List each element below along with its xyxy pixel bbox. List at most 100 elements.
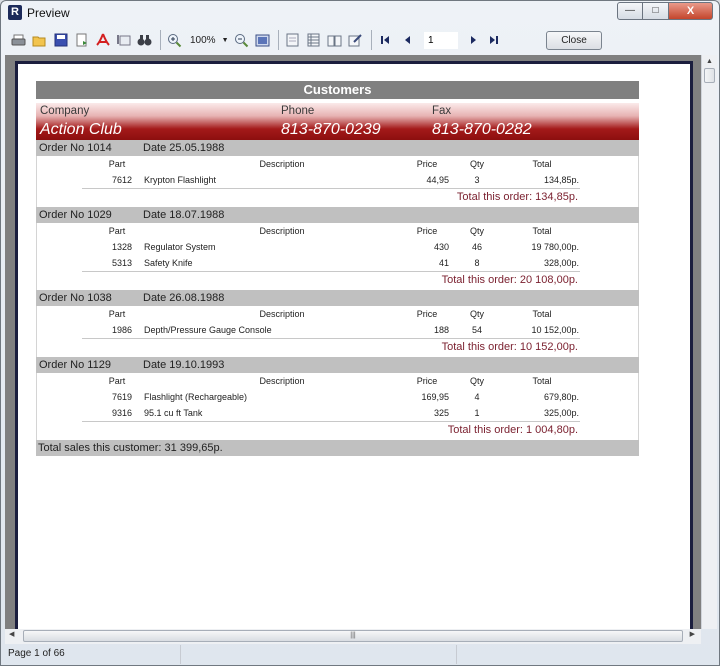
order-body: Part Description Price Qty Total 7612 Kr… bbox=[36, 156, 639, 207]
toolbar-separator bbox=[278, 30, 279, 50]
description-cell: Safety Knife bbox=[144, 258, 193, 268]
total-cell: 19 780,00p. bbox=[531, 242, 579, 252]
part-cell: 7612 bbox=[111, 175, 132, 185]
col-part: Part bbox=[108, 159, 126, 169]
last-page-icon[interactable] bbox=[485, 31, 504, 49]
window-title: Preview bbox=[27, 6, 70, 20]
zoom-out-icon[interactable] bbox=[232, 31, 251, 49]
edit-page-icon[interactable] bbox=[346, 31, 365, 49]
order-body: Part Description Price Qty Total 7619 Fl… bbox=[36, 373, 639, 440]
close-button[interactable]: Close bbox=[546, 30, 602, 50]
full-screen-icon[interactable] bbox=[253, 31, 272, 49]
column-headers: Part Description Price Qty Total bbox=[37, 373, 638, 389]
total-cell: 10 152,00p. bbox=[531, 325, 579, 335]
order-date: Date 18.07.1988 bbox=[143, 209, 225, 221]
order-header: Order No 1038 Date 26.08.1988 bbox=[36, 290, 639, 306]
column-headers: Part Description Price Qty Total bbox=[37, 223, 638, 239]
col-price: Price bbox=[416, 226, 438, 236]
horizontal-scrollbar[interactable]: ◀ ||| ▶ bbox=[5, 629, 701, 644]
chevron-down-icon: ▼ bbox=[221, 36, 229, 44]
order-body: Part Description Price Qty Total 1328 Re… bbox=[36, 223, 639, 290]
part-cell: 5313 bbox=[111, 258, 132, 268]
price-cell: 41 bbox=[438, 258, 449, 268]
maximize-button[interactable]: □ bbox=[643, 2, 669, 20]
table-row: 1328 Regulator System 430 46 19 780,00p. bbox=[37, 239, 638, 255]
company-name: Action Club bbox=[40, 121, 122, 138]
save-icon[interactable] bbox=[51, 31, 70, 49]
close-window-button[interactable]: X bbox=[669, 2, 713, 20]
minimize-button[interactable]: — bbox=[617, 2, 643, 20]
horizontal-scroll-thumb[interactable]: ||| bbox=[23, 630, 683, 642]
next-page-icon[interactable] bbox=[464, 31, 483, 49]
qty-cell: 1 bbox=[474, 408, 480, 418]
order-header: Order No 1129 Date 19.10.1993 bbox=[36, 357, 639, 373]
prev-page-icon[interactable] bbox=[397, 31, 416, 49]
vertical-scrollbar[interactable]: ▲ bbox=[701, 55, 717, 629]
col-total: Total bbox=[532, 376, 552, 386]
order-total: Total this order: 1 004,80p. bbox=[447, 424, 578, 436]
thumbnails-icon[interactable] bbox=[304, 31, 323, 49]
phone-label: Phone bbox=[281, 105, 315, 117]
scroll-right-icon[interactable]: ▶ bbox=[690, 630, 695, 638]
book-view-icon[interactable] bbox=[325, 31, 344, 49]
zoom-select[interactable]: 100% ▼ bbox=[186, 31, 232, 49]
col-description: Description bbox=[259, 226, 305, 236]
table-row: 1986 Depth/Pressure Gauge Console 188 54… bbox=[37, 322, 638, 338]
col-part: Part bbox=[108, 226, 126, 236]
page-info: Page 1 of 66 bbox=[5, 645, 181, 664]
zoom-in-icon[interactable] bbox=[165, 31, 184, 49]
qty-cell: 3 bbox=[474, 175, 480, 185]
open-icon[interactable] bbox=[30, 31, 49, 49]
price-cell: 44,95 bbox=[426, 175, 449, 185]
order-number: Order No 1038 bbox=[39, 292, 112, 304]
first-page-icon[interactable] bbox=[376, 31, 395, 49]
vertical-scroll-thumb[interactable] bbox=[704, 68, 715, 83]
pdf-icon[interactable] bbox=[93, 31, 112, 49]
email-icon[interactable] bbox=[114, 31, 133, 49]
toolbar-separator bbox=[160, 30, 161, 50]
preview-viewport: Customers Company Phone Fax Action Club … bbox=[5, 55, 701, 629]
zoom-value: 100% bbox=[190, 34, 216, 46]
customer-total: Total sales this customer: 31 399,65p. bbox=[36, 440, 639, 456]
table-row: 5313 Safety Knife 41 8 328,00p. bbox=[37, 255, 638, 271]
part-cell: 1986 bbox=[111, 325, 132, 335]
status-cell bbox=[181, 645, 457, 664]
app-icon: R bbox=[8, 5, 22, 20]
col-description: Description bbox=[259, 159, 305, 169]
description-cell: Regulator System bbox=[144, 242, 216, 252]
col-total: Total bbox=[532, 309, 552, 319]
column-headers: Part Description Price Qty Total bbox=[37, 156, 638, 172]
description-cell: Krypton Flashlight bbox=[144, 175, 217, 185]
price-cell: 430 bbox=[433, 242, 449, 252]
col-price: Price bbox=[416, 159, 438, 169]
order-total: Total this order: 10 152,00p. bbox=[441, 341, 578, 353]
order-date: Date 25.05.1988 bbox=[143, 142, 225, 154]
total-cell: 679,80p. bbox=[543, 392, 579, 402]
scroll-left-icon[interactable]: ◀ bbox=[9, 630, 14, 638]
page-outline-icon[interactable] bbox=[283, 31, 302, 49]
order-number: Order No 1014 bbox=[39, 142, 112, 154]
description-cell: Flashlight (Rechargeable) bbox=[144, 392, 248, 402]
price-cell: 169,95 bbox=[421, 392, 449, 402]
scroll-up-icon[interactable]: ▲ bbox=[702, 55, 717, 68]
order-total: Total this order: 134,85p. bbox=[456, 191, 578, 203]
order-body: Part Description Price Qty Total 1986 De… bbox=[36, 306, 639, 357]
price-cell: 325 bbox=[433, 408, 449, 418]
report-page: Customers Company Phone Fax Action Club … bbox=[15, 61, 693, 629]
col-qty: Qty bbox=[469, 159, 484, 169]
order-number: Order No 1029 bbox=[39, 209, 112, 221]
col-description: Description bbox=[259, 376, 305, 386]
orders-list: Order No 1014 Date 25.05.1988 Part Descr… bbox=[36, 140, 639, 440]
part-cell: 9316 bbox=[111, 408, 132, 418]
find-icon[interactable] bbox=[135, 31, 154, 49]
order-header: Order No 1014 Date 25.05.1988 bbox=[36, 140, 639, 156]
fax-label: Fax bbox=[432, 105, 452, 117]
report: Customers Company Phone Fax Action Club … bbox=[36, 81, 639, 456]
qty-cell: 4 bbox=[474, 392, 480, 402]
page-number-input[interactable] bbox=[424, 31, 458, 49]
title-bar: R Preview — □ X bbox=[1, 1, 719, 25]
print-icon[interactable] bbox=[9, 31, 28, 49]
price-cell: 188 bbox=[433, 325, 449, 335]
export-icon[interactable] bbox=[72, 31, 91, 49]
status-cell bbox=[457, 645, 707, 664]
